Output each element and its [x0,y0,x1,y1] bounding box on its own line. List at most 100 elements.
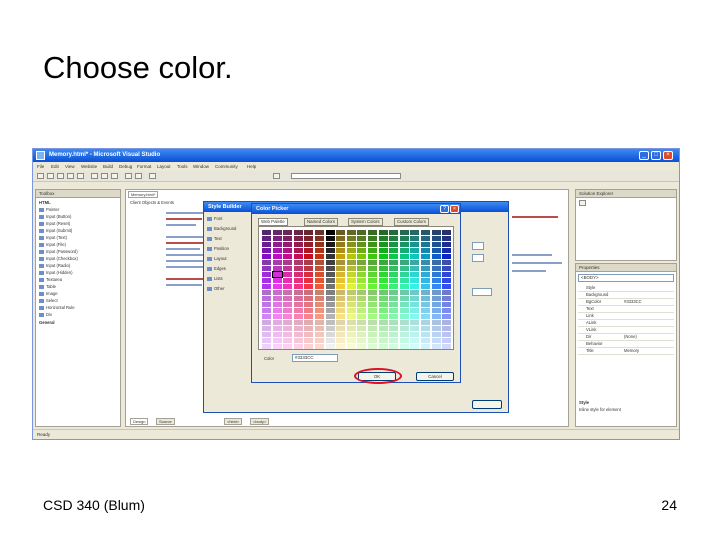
color-swatch[interactable] [325,254,335,259]
color-swatch[interactable] [336,230,346,235]
color-swatch[interactable] [357,296,367,301]
color-swatch[interactable] [336,284,346,289]
color-swatch[interactable] [368,344,377,349]
color-swatch[interactable] [325,266,335,271]
color-swatch[interactable] [399,314,409,319]
color-swatch[interactable] [315,230,324,235]
color-swatch[interactable] [262,230,271,235]
toolbox-item[interactable]: Select [39,298,58,303]
toolbox-section-general[interactable]: General [39,320,55,325]
menu-view[interactable]: View [65,164,75,169]
color-swatch[interactable] [431,290,441,295]
new-project-icon[interactable] [37,173,44,179]
design-tab[interactable]: Design [130,418,149,425]
color-swatch[interactable] [368,290,377,295]
color-swatch[interactable] [442,284,452,289]
color-swatch[interactable] [399,284,409,289]
color-swatch[interactable] [346,230,356,235]
properties-object-select[interactable]: <BODY> [578,274,674,282]
toolbox-item[interactable]: Input (Password) [39,249,78,254]
color-swatch[interactable] [442,290,452,295]
color-swatch[interactable] [272,320,282,325]
color-swatch[interactable] [399,254,409,259]
color-swatch[interactable] [272,314,282,319]
color-swatch[interactable] [378,296,388,301]
color-swatch[interactable] [293,320,303,325]
color-swatch[interactable] [325,242,335,247]
color-swatch[interactable] [442,266,452,271]
minimize-button[interactable]: _ [639,151,649,160]
color-swatch[interactable] [293,260,303,265]
color-swatch[interactable] [389,308,399,313]
color-swatch[interactable] [357,248,367,253]
color-swatch[interactable] [378,302,388,307]
color-swatch[interactable] [410,326,420,331]
save-icon[interactable] [67,173,74,179]
color-swatch[interactable] [389,338,399,343]
color-swatch[interactable] [346,248,356,253]
color-swatch[interactable] [389,236,399,241]
color-swatch[interactable] [315,314,324,319]
color-swatch[interactable] [368,314,377,319]
color-swatch[interactable] [357,326,367,331]
color-swatch[interactable] [336,260,346,265]
color-swatch[interactable] [357,320,367,325]
style-builder-nav-item[interactable]: Font [207,216,222,221]
color-swatch[interactable] [378,308,388,313]
color-swatch[interactable] [304,314,314,319]
tab-named-colors[interactable]: Named Colors [304,218,339,226]
toolbox-item[interactable]: Input (Reset) [39,221,70,226]
color-swatch[interactable] [293,344,303,349]
color-swatch[interactable] [399,338,409,343]
color-swatch[interactable] [283,314,293,319]
style-builder-nav-item[interactable]: Edges [207,266,226,271]
color-swatch[interactable] [272,266,282,271]
folder-icon[interactable] [579,200,586,206]
color-swatch[interactable] [272,230,282,235]
color-swatch[interactable] [410,260,420,265]
color-swatch[interactable] [378,290,388,295]
color-swatch[interactable] [293,272,303,277]
color-swatch[interactable] [325,326,335,331]
color-swatch[interactable] [272,308,282,313]
color-swatch[interactable] [304,326,314,331]
color-swatch[interactable] [442,296,452,301]
color-swatch[interactable] [442,278,452,283]
style-builder-field[interactable] [472,288,492,296]
toolbox-item[interactable]: Input (Button) [39,214,71,219]
color-swatch[interactable] [336,332,346,337]
color-swatch[interactable] [262,290,271,295]
redo-icon[interactable] [135,173,142,179]
color-swatch[interactable] [315,278,324,283]
color-picker-close-button[interactable]: × [450,205,459,213]
color-swatch[interactable] [410,296,420,301]
close-button[interactable]: × [663,151,673,160]
color-swatch[interactable] [346,260,356,265]
color-swatch[interactable] [304,284,314,289]
color-swatch[interactable] [389,254,399,259]
cut-icon[interactable] [91,173,98,179]
color-swatch[interactable] [304,272,314,277]
color-swatch[interactable] [262,278,271,283]
toolbox-item[interactable]: Div [39,312,52,317]
color-swatch[interactable] [283,278,293,283]
color-swatch[interactable] [410,278,420,283]
color-swatch[interactable] [271,271,283,278]
start-debug-icon[interactable] [149,173,156,179]
color-swatch[interactable] [399,236,409,241]
color-swatch[interactable] [272,326,282,331]
color-swatch[interactable] [421,344,430,349]
color-swatch[interactable] [325,272,335,277]
menu-debug[interactable]: Debug [119,164,132,169]
color-swatch[interactable] [304,338,314,343]
color-swatch[interactable] [389,314,399,319]
color-swatch[interactable] [368,260,377,265]
color-swatch[interactable] [346,290,356,295]
color-swatch[interactable] [293,236,303,241]
color-swatch[interactable] [346,266,356,271]
color-swatch[interactable] [421,230,430,235]
color-swatch[interactable] [442,236,452,241]
color-swatch[interactable] [431,296,441,301]
open-icon[interactable] [57,173,64,179]
color-swatch[interactable] [442,326,452,331]
